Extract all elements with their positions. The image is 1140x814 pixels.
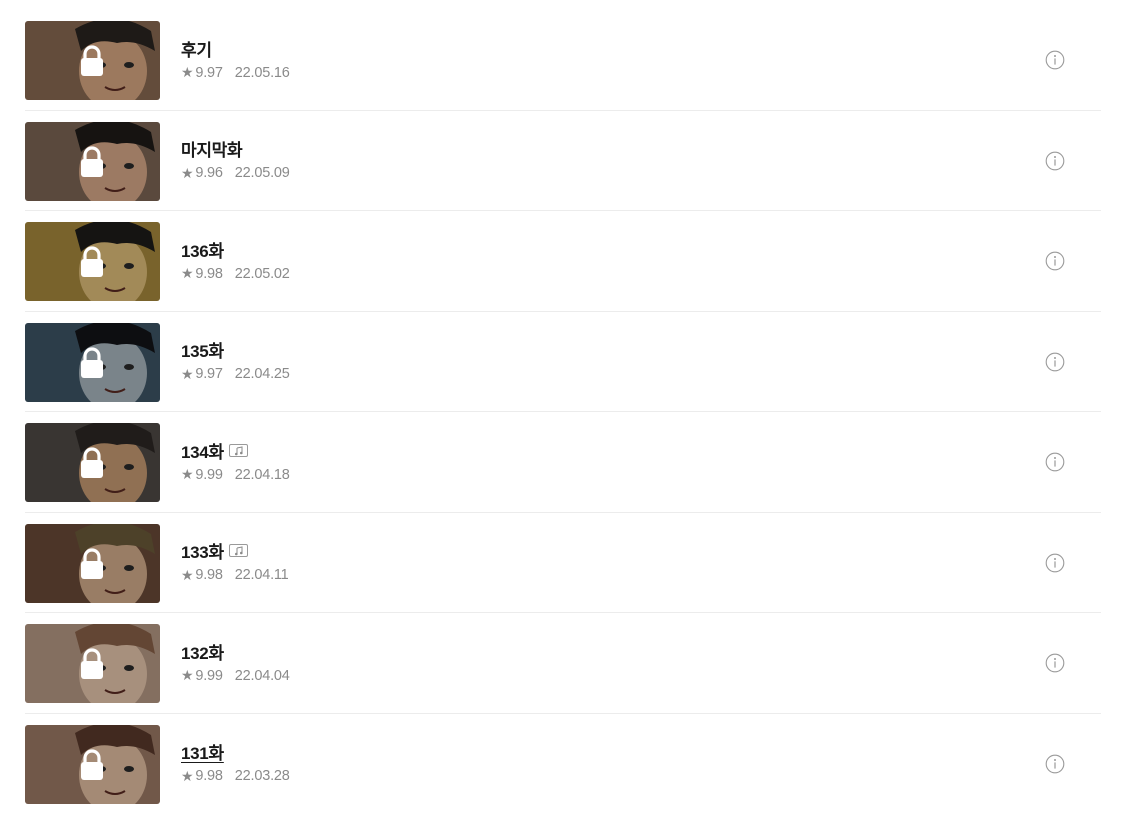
star-icon: ★ xyxy=(181,165,193,182)
info-icon[interactable] xyxy=(1045,50,1065,70)
episode-rating: 9.98 xyxy=(195,266,222,282)
episode-date: 22.03.28 xyxy=(235,768,290,784)
episode-rating: 9.99 xyxy=(195,467,222,483)
episode-title[interactable]: 후기 xyxy=(181,36,212,61)
episode-title-line: 132화 xyxy=(181,640,290,662)
episode-info: 후기 ★ 9.97 22.05.16 xyxy=(181,37,290,81)
episode-meta: ★ 9.97 22.05.16 xyxy=(181,64,290,81)
info-icon[interactable] xyxy=(1045,251,1065,271)
episode-rating: 9.97 xyxy=(195,65,222,81)
episode-title-line: 131화 xyxy=(181,741,290,763)
info-icon[interactable] xyxy=(1045,754,1065,774)
episode-title-line: 후기 xyxy=(181,37,290,59)
music-note-icon xyxy=(229,444,248,457)
episode-title[interactable]: 135화 xyxy=(181,337,224,362)
episode-title[interactable]: 마지막화 xyxy=(181,136,242,161)
lock-icon xyxy=(80,246,104,278)
episode-info: 133화 ★ 9.98 22.04.11 xyxy=(181,540,289,584)
episode-meta: ★ 9.98 22.05.02 xyxy=(181,265,290,282)
episode-thumbnail[interactable] xyxy=(25,524,160,603)
episode-row[interactable]: 후기 ★ 9.97 22.05.16 xyxy=(25,10,1101,111)
episode-thumbnail[interactable] xyxy=(25,423,160,502)
episode-date: 22.05.16 xyxy=(235,65,290,81)
info-icon[interactable] xyxy=(1045,352,1065,372)
episode-date: 22.05.09 xyxy=(235,165,290,181)
star-icon: ★ xyxy=(181,567,193,584)
episode-info: 마지막화 ★ 9.96 22.05.09 xyxy=(181,138,290,182)
music-note-icon xyxy=(229,544,248,557)
info-icon[interactable] xyxy=(1045,653,1065,673)
lock-icon xyxy=(80,146,104,178)
info-icon[interactable] xyxy=(1045,553,1065,573)
episode-meta: ★ 9.99 22.04.04 xyxy=(181,667,290,684)
episode-thumbnail[interactable] xyxy=(25,725,160,804)
episode-row[interactable]: 132화 ★ 9.99 22.04.04 xyxy=(25,613,1101,714)
episode-info: 135화 ★ 9.97 22.04.25 xyxy=(181,339,290,383)
episode-rating: 9.98 xyxy=(195,567,222,583)
episode-date: 22.05.02 xyxy=(235,266,290,282)
lock-icon xyxy=(80,45,104,77)
episode-thumbnail[interactable] xyxy=(25,624,160,703)
episode-title[interactable]: 133화 xyxy=(181,538,224,563)
episode-date: 22.04.25 xyxy=(235,366,290,382)
lock-icon xyxy=(80,347,104,379)
episode-title-line: 133화 xyxy=(181,540,289,562)
episode-info: 131화 ★ 9.98 22.03.28 xyxy=(181,741,290,785)
episode-meta: ★ 9.97 22.04.25 xyxy=(181,366,290,383)
episode-thumbnail[interactable] xyxy=(25,323,160,402)
episode-date: 22.04.11 xyxy=(235,567,289,583)
episode-title-line: 134화 xyxy=(181,439,290,461)
episode-meta: ★ 9.96 22.05.09 xyxy=(181,165,290,182)
star-icon: ★ xyxy=(181,466,193,483)
episode-meta: ★ 9.99 22.04.18 xyxy=(181,466,290,483)
star-icon: ★ xyxy=(181,64,193,81)
lock-icon xyxy=(80,447,104,479)
episode-row[interactable]: 131화 ★ 9.98 22.03.28 xyxy=(25,714,1101,814)
episode-row[interactable]: 133화 ★ 9.98 22.04.11 xyxy=(25,513,1101,614)
star-icon: ★ xyxy=(181,768,193,785)
episode-info: 134화 ★ 9.99 22.04.18 xyxy=(181,439,290,483)
episode-meta: ★ 9.98 22.03.28 xyxy=(181,768,290,785)
lock-icon xyxy=(80,749,104,781)
episode-title[interactable]: 132화 xyxy=(181,639,224,664)
episode-date: 22.04.18 xyxy=(235,467,290,483)
episode-rating: 9.97 xyxy=(195,366,222,382)
episode-row[interactable]: 135화 ★ 9.97 22.04.25 xyxy=(25,312,1101,413)
episode-title-line: 136화 xyxy=(181,238,290,260)
episode-row[interactable]: 134화 ★ 9.99 22.04.18 xyxy=(25,412,1101,513)
episode-title[interactable]: 131화 xyxy=(181,739,224,764)
episode-title[interactable]: 134화 xyxy=(181,438,224,463)
info-icon[interactable] xyxy=(1045,151,1065,171)
episode-thumbnail[interactable] xyxy=(25,21,160,100)
lock-icon xyxy=(80,648,104,680)
info-icon[interactable] xyxy=(1045,452,1065,472)
episode-title-line: 마지막화 xyxy=(181,138,290,160)
episode-thumbnail[interactable] xyxy=(25,122,160,201)
star-icon: ★ xyxy=(181,366,193,383)
episode-row[interactable]: 136화 ★ 9.98 22.05.02 xyxy=(25,211,1101,312)
star-icon: ★ xyxy=(181,667,193,684)
episode-row[interactable]: 마지막화 ★ 9.96 22.05.09 xyxy=(25,111,1101,212)
episode-info: 132화 ★ 9.99 22.04.04 xyxy=(181,640,290,684)
episode-list: 후기 ★ 9.97 22.05.16 xyxy=(25,10,1101,814)
episode-rating: 9.98 xyxy=(195,768,222,784)
episode-rating: 9.96 xyxy=(195,165,222,181)
episode-date: 22.04.04 xyxy=(235,668,290,684)
episode-meta: ★ 9.98 22.04.11 xyxy=(181,567,289,584)
star-icon: ★ xyxy=(181,265,193,282)
lock-icon xyxy=(80,548,104,580)
episode-title[interactable]: 136화 xyxy=(181,237,224,262)
episode-info: 136화 ★ 9.98 22.05.02 xyxy=(181,238,290,282)
episode-thumbnail[interactable] xyxy=(25,222,160,301)
episode-title-line: 135화 xyxy=(181,339,290,361)
episode-rating: 9.99 xyxy=(195,668,222,684)
